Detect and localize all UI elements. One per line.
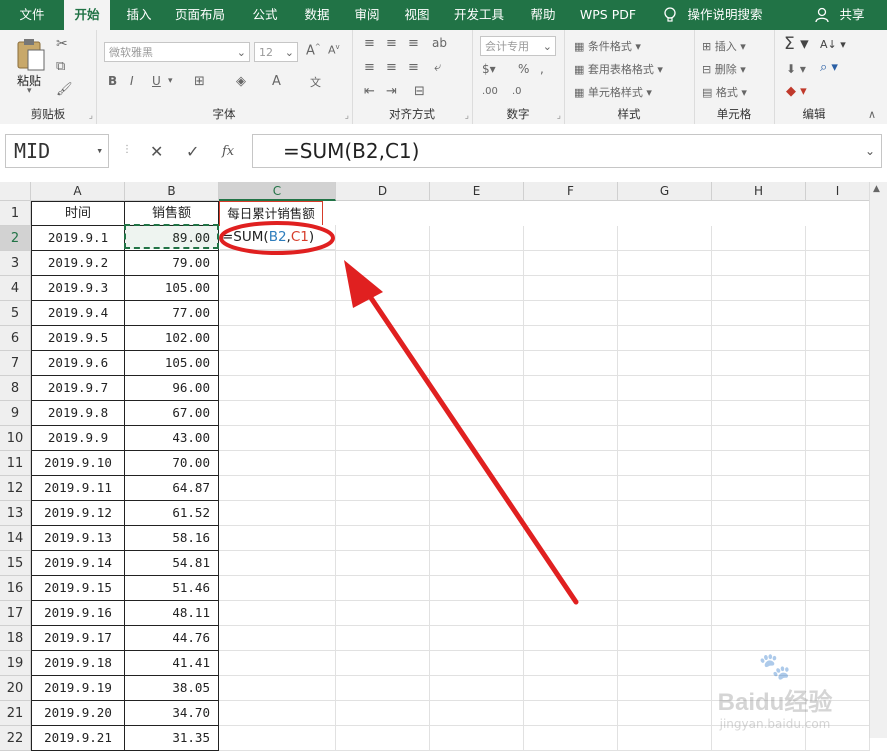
left-align-icon[interactable]: ≡ <box>364 60 375 75</box>
number-format-combo[interactable]: 会计专用 ⌄ <box>480 36 556 56</box>
lightbulb-icon <box>660 0 680 30</box>
font-launcher-icon[interactable]: ⌟ <box>345 111 349 121</box>
insert-function-button[interactable]: fx <box>222 144 234 159</box>
delete-cells-button[interactable]: ⊟ 删除 ▾ <box>702 61 746 77</box>
font-name-combo[interactable]: 微软雅黑 ⌄ <box>104 42 250 62</box>
group-clipboard: 粘贴 ▾ ✂ ⧉ 🖌 剪贴板 ⌟ <box>0 30 97 124</box>
user-icon <box>812 0 832 30</box>
right-align-icon[interactable]: ≡ <box>408 60 419 75</box>
confirm-formula-button[interactable]: ✓ <box>186 142 199 161</box>
group-label-editing: 编辑 <box>802 107 826 121</box>
cancel-formula-button[interactable]: ✕ <box>150 142 163 161</box>
font-size-combo[interactable]: 12 ⌄ <box>254 42 298 62</box>
underline-button[interactable]: U <box>152 74 161 88</box>
increase-font-icon[interactable]: A^ <box>306 43 321 58</box>
group-cells: ⊞ 插入 ▾ ⊟ 删除 ▾ ▤ 格式 ▾ 单元格 <box>694 30 775 124</box>
group-label-clipboard: 剪贴板 <box>30 107 66 121</box>
copy-icon[interactable]: ⧉ <box>56 59 65 74</box>
bottom-align-icon[interactable]: ≡ <box>408 36 419 51</box>
group-label-alignment: 对齐方式 <box>389 107 435 121</box>
name-box[interactable]: MID ▾ <box>5 134 109 168</box>
cell-styles-button[interactable]: ▦ 单元格样式 ▾ <box>574 84 652 100</box>
format-cells-button[interactable]: ▤ 格式 ▾ <box>702 84 747 100</box>
watermark-brand: Baidu经验 <box>717 689 833 716</box>
tab-wps-pdf[interactable]: WPS PDF <box>574 0 642 30</box>
top-align-icon[interactable]: ≡ <box>364 36 375 51</box>
clipboard-launcher-icon[interactable]: ⌟ <box>89 111 93 121</box>
phonetic-icon[interactable]: 文 <box>310 74 321 90</box>
format-as-table-button[interactable]: ▦ 套用表格格式 ▾ <box>574 61 663 77</box>
annotation-arrow-shaft <box>362 286 579 605</box>
group-label-styles: 样式 <box>617 107 641 121</box>
italic-button[interactable]: I <box>130 74 134 88</box>
increase-decimal-icon[interactable]: .00 <box>482 86 498 97</box>
ribbon-home: 粘贴 ▾ ✂ ⧉ 🖌 剪贴板 ⌟ 微软雅黑 ⌄ 12 ⌄ A^ Av B I U ▾… <box>0 30 887 125</box>
decrease-indent-icon[interactable]: ⇤ <box>364 84 375 99</box>
group-number: 会计专用 ⌄ $▾ % , .00 .0 数字 ⌟ <box>472 30 565 124</box>
tab-view[interactable]: 视图 <box>396 0 438 30</box>
fill-color-icon[interactable]: ◈ <box>236 74 246 89</box>
tab-insert[interactable]: 插入 <box>118 0 160 30</box>
insert-cells-button[interactable]: ⊞ 插入 ▾ <box>702 38 746 54</box>
orientation-icon[interactable]: ab <box>432 36 447 50</box>
annotation-arrow-head <box>344 260 383 308</box>
tab-developer[interactable]: 开发工具 <box>446 0 512 30</box>
group-alignment: ≡ ≡ ≡ ab ≡ ≡ ≡ ⤶ ⇤ ⇥ ⊟ 对齐方式 ⌟ <box>352 30 473 124</box>
watermark-url: jingyan.baidu.com <box>719 717 831 731</box>
increase-indent-icon[interactable]: ⇥ <box>386 84 397 99</box>
percent-icon[interactable]: % <box>518 62 529 76</box>
format-painter-icon[interactable]: 🖌 <box>56 82 73 97</box>
paste-dropdown-icon[interactable]: ▾ <box>27 86 32 96</box>
group-label-number: 数字 <box>506 107 530 121</box>
underline-dropdown-icon[interactable]: ▾ <box>168 76 173 86</box>
group-label-font: 字体 <box>212 107 236 121</box>
decrease-decimal-icon[interactable]: .0 <box>512 86 522 97</box>
annotation-circle <box>219 221 335 255</box>
center-align-icon[interactable]: ≡ <box>386 60 397 75</box>
collapse-ribbon-icon[interactable]: ∧ <box>868 108 876 121</box>
formula-input[interactable]: =SUM(B2,C1) ⌄ <box>252 134 882 168</box>
number-launcher-icon[interactable]: ⌟ <box>557 111 561 121</box>
accounting-format-icon[interactable]: $▾ <box>482 62 496 76</box>
cut-icon[interactable]: ✂ <box>56 36 68 52</box>
autosum-icon[interactable]: Σ ▾ <box>784 34 809 54</box>
tab-data[interactable]: 数据 <box>296 0 338 30</box>
group-styles: ▦ 条件格式 ▾ ▦ 套用表格格式 ▾ ▦ 单元格样式 ▾ 样式 <box>564 30 695 124</box>
borders-icon[interactable]: ⊞ <box>194 74 205 89</box>
tab-formulas[interactable]: 公式 <box>244 0 286 30</box>
ribbon-tab-bar: 文件 开始 插入 页面布局 公式 数据 审阅 视图 开发工具 帮助 WPS PD… <box>0 0 887 30</box>
wrap-text-icon[interactable]: ⤶ <box>434 60 441 75</box>
font-color-button[interactable]: A <box>272 74 281 89</box>
sort-filter-icon[interactable]: A↓ ▾ <box>820 38 846 51</box>
tab-home[interactable]: 开始 <box>64 0 110 30</box>
worksheet-grid[interactable]: A B C D E F G H I 1 时间 销售额 每日累计销售额 2 2019… <box>0 182 887 751</box>
group-label-cells: 单元格 <box>716 107 752 121</box>
clear-icon[interactable]: ◆ ▾ <box>786 84 807 99</box>
tab-help[interactable]: 帮助 <box>522 0 564 30</box>
fill-down-icon[interactable]: ⬇ ▾ <box>786 62 806 76</box>
tab-file[interactable]: 文件 <box>8 0 56 30</box>
formula-bar: MID ▾ ⋮ ✕ ✓ fx =SUM(B2,C1) ⌄ <box>0 124 887 183</box>
comma-style-icon[interactable]: , <box>540 62 544 76</box>
share-button[interactable]: 共享 <box>832 0 872 30</box>
paste-icon[interactable] <box>14 38 48 72</box>
formula-bar-grip-icon: ⋮ <box>122 144 132 155</box>
middle-align-icon[interactable]: ≡ <box>386 36 397 51</box>
watermark: 🐾 Baidu经验 jingyan.baidu.com <box>680 652 870 731</box>
alignment-launcher-icon[interactable]: ⌟ <box>465 111 469 121</box>
tab-review[interactable]: 审阅 <box>346 0 388 30</box>
conditional-format-button[interactable]: ▦ 条件格式 ▾ <box>574 38 641 54</box>
group-font: 微软雅黑 ⌄ 12 ⌄ A^ Av B I U ▾ ⊞ ◈ A 文 字体 ⌟ <box>96 30 353 124</box>
tell-me-search[interactable]: 操作说明搜索 <box>684 0 766 30</box>
find-select-icon[interactable]: ⌕ ▾ <box>820 60 838 75</box>
baidu-paw-icon: 🐾 <box>758 652 792 682</box>
bold-button[interactable]: B <box>108 74 117 88</box>
decrease-font-icon[interactable]: Av <box>328 43 340 57</box>
merge-center-icon[interactable]: ⊟ <box>414 84 425 99</box>
group-editing: Σ ▾ A↓ ▾ ⬇ ▾ ⌕ ▾ ◆ ▾ 编辑 <box>774 30 854 124</box>
tab-page-layout[interactable]: 页面布局 <box>168 0 232 30</box>
